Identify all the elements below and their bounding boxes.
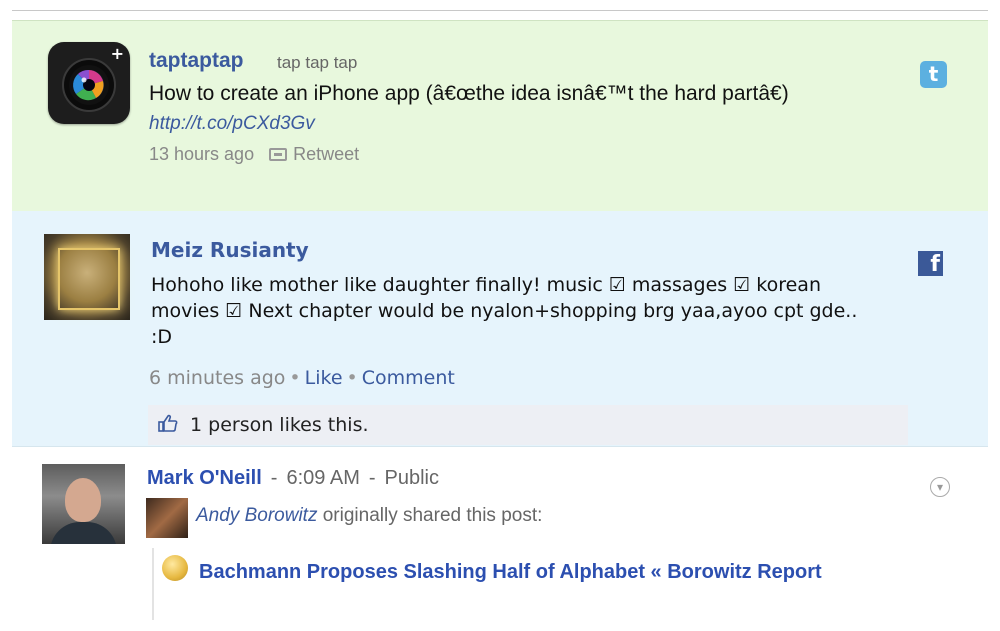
facebook-logo-icon: f [918, 251, 943, 277]
avatar-face [65, 478, 101, 522]
post-timestamp: 13 hours ago [149, 144, 255, 164]
post-time[interactable]: 6:09 AM [286, 467, 359, 489]
plus-icon: + [110, 44, 124, 63]
quote-bar [152, 548, 154, 620]
twitter-post-card: + taptaptap tap tap tap How to create an… [12, 20, 988, 212]
googleplus-post-card: Mark O'Neill -6:09 AM - Public ▾ Andy Borow… [12, 447, 988, 631]
post-author[interactable]: Meiz Rusianty [151, 238, 309, 262]
shared-line: Andy Borowitz originally shared this pos… [196, 505, 542, 527]
separator-dot: • [289, 367, 301, 389]
post-meta: 6 minutes ago • Like • Comment [149, 367, 455, 389]
separator-dot: • [346, 367, 358, 389]
likes-text[interactable]: 1 person likes this. [190, 414, 369, 436]
post-visibility[interactable]: Public [385, 467, 439, 489]
post-text: Hohoho like mother like daughter finally… [151, 274, 858, 348]
avatar-body [50, 522, 117, 544]
post-options-icon[interactable]: ▾ [930, 477, 950, 497]
separator: - [270, 467, 278, 489]
comment-link[interactable]: Comment [362, 367, 455, 389]
like-link[interactable]: Like [305, 367, 343, 389]
retweet-icon [269, 148, 288, 161]
avatar[interactable] [44, 234, 130, 320]
top-divider [12, 10, 988, 11]
likes-bar: 1 person likes this. [148, 405, 908, 445]
camera-app-icon[interactable]: + [48, 42, 130, 124]
post-timestamp: 6 minutes ago [149, 367, 286, 389]
separator: - [368, 467, 376, 489]
twitter-logo-icon: t [920, 61, 947, 88]
post-meta: 13 hours ago Retweet [149, 144, 359, 165]
post-link[interactable]: http://t.co/pCXd3Gv [149, 113, 315, 135]
avatar[interactable] [42, 464, 125, 544]
shared-text: originally shared this post: [322, 505, 543, 526]
original-author-avatar[interactable] [146, 498, 188, 538]
facebook-post-card: Meiz Rusianty Hohoho like mother like da… [12, 211, 988, 447]
post-author[interactable]: taptaptap [149, 49, 244, 73]
shared-link[interactable]: Bachmann Proposes Slashing Half of Alpha… [163, 557, 843, 587]
post-handle: tap tap tap [277, 53, 358, 72]
thumbs-up-icon [158, 414, 178, 432]
original-author[interactable]: Andy Borowitz [196, 505, 317, 526]
post-text: How to create an iPhone app (â€œthe idea… [149, 82, 789, 105]
retweet-button[interactable]: Retweet [293, 144, 359, 164]
post-author[interactable]: Mark O'Neill [147, 467, 262, 489]
post-header: Mark O'Neill -6:09 AM - Public [147, 467, 439, 490]
